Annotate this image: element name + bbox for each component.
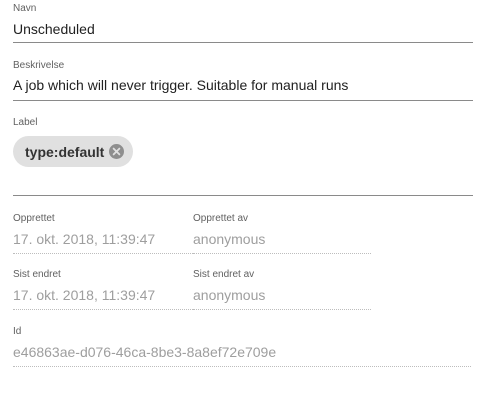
created-underline xyxy=(13,253,193,254)
changed-by-underline xyxy=(193,309,371,310)
id-value: e46863ae-d076-46ca-8be3-8a8ef72e709e xyxy=(13,344,277,360)
label-underline xyxy=(13,195,473,196)
changed-field: Sist endret 17. okt. 2018, 11:39:47 xyxy=(13,266,193,312)
changed-by-label: Sist endret av xyxy=(193,269,255,280)
changed-by-value: anonymous xyxy=(193,287,266,303)
label-field-label: Label xyxy=(13,117,38,128)
created-by-field: Opprettet av anonymous xyxy=(193,210,371,256)
created-by-value: anonymous xyxy=(193,231,266,247)
created-field: Opprettet 17. okt. 2018, 11:39:47 xyxy=(13,210,193,256)
name-label: Navn xyxy=(13,3,37,14)
created-value: 17. okt. 2018, 11:39:47 xyxy=(13,231,156,247)
name-underline xyxy=(13,42,473,43)
created-label: Opprettet xyxy=(13,213,55,224)
label-chip-text: type:default xyxy=(25,143,105,160)
created-by-underline xyxy=(193,253,371,254)
name-input[interactable]: Unscheduled xyxy=(13,20,95,38)
id-label: Id xyxy=(13,326,22,337)
id-underline xyxy=(13,366,471,367)
changed-by-field: Sist endret av anonymous xyxy=(193,266,371,312)
description-label: Beskrivelse xyxy=(13,60,65,71)
changed-label: Sist endret xyxy=(13,269,61,280)
changed-value: 17. okt. 2018, 11:39:47 xyxy=(13,287,156,303)
name-field[interactable]: Navn Unscheduled xyxy=(13,0,473,44)
created-by-label: Opprettet av xyxy=(193,213,249,224)
cancel-circle-icon[interactable] xyxy=(109,144,125,159)
changed-underline xyxy=(13,309,193,310)
label-chip[interactable]: type:default xyxy=(13,136,134,167)
description-field[interactable]: Beskrivelse A job which will never trigg… xyxy=(13,56,473,102)
description-underline xyxy=(13,100,473,101)
label-chip-field[interactable]: Label type:default xyxy=(13,113,473,197)
id-field: Id e46863ae-d076-46ca-8be3-8a8ef72e709e xyxy=(13,323,473,369)
description-input[interactable]: A job which will never trigger. Suitable… xyxy=(13,76,348,94)
